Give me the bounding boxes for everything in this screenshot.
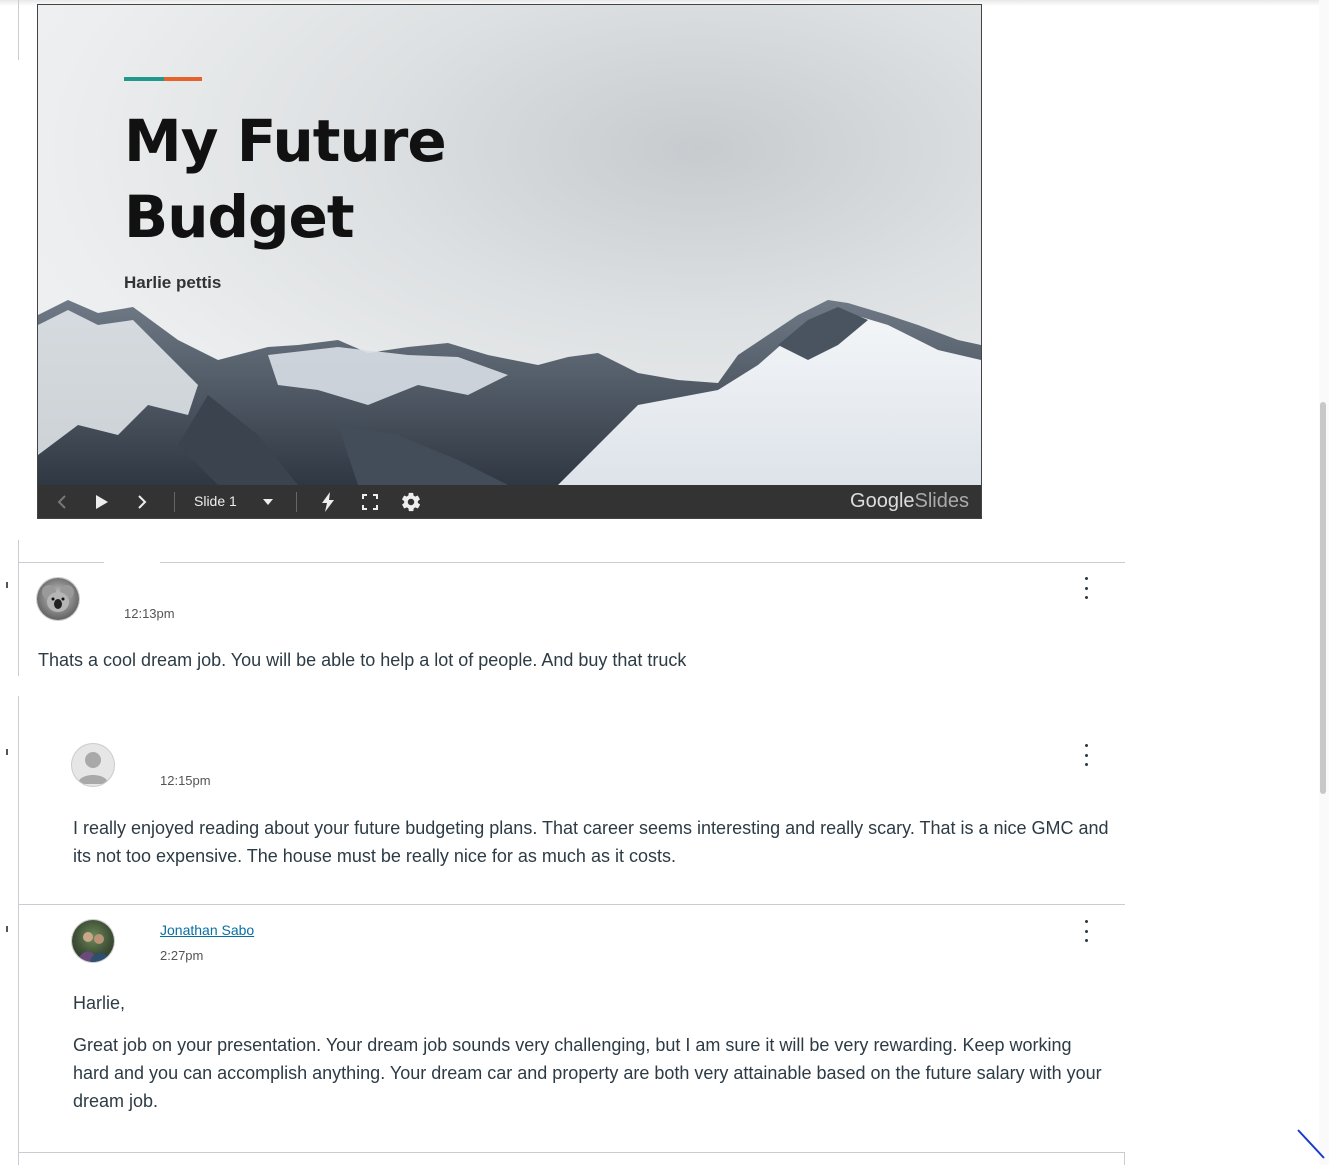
reply-2-options-button[interactable] [1078, 744, 1094, 766]
thread-marker [6, 582, 8, 588]
slide-canvas[interactable]: My Future Budget Harlie pettis [38, 5, 981, 485]
page-scrollbar-thumb[interactable] [1320, 402, 1326, 794]
reply-3-greeting: Harlie, [73, 993, 126, 1013]
title-accent-bar [124, 77, 202, 81]
settings-button[interactable] [398, 485, 424, 518]
play-button[interactable] [90, 485, 114, 518]
section-divider [160, 562, 1125, 563]
slide-dropdown-button[interactable] [258, 485, 278, 518]
reply-1-options-button[interactable] [1078, 577, 1094, 599]
fullscreen-button[interactable] [358, 485, 382, 518]
discussion-page: My Future Budget Harlie pettis Slide 1 G… [0, 0, 1329, 1165]
thread-border [18, 540, 19, 676]
thread-marker [6, 926, 8, 932]
reply-3-options-button[interactable] [1078, 920, 1094, 942]
reply-3-avatar[interactable] [72, 920, 114, 962]
reply-2-avatar[interactable] [72, 744, 114, 786]
next-slide-button[interactable] [130, 485, 154, 518]
reply-2-message: I really enjoyed reading about your futu… [73, 818, 1109, 866]
reply-1-avatar[interactable] [37, 578, 79, 620]
control-divider [296, 492, 297, 512]
chevron-right-icon [138, 494, 147, 509]
play-icon [96, 494, 108, 509]
reply-3-timestamp: 2:27pm [160, 948, 204, 963]
slide-title: My Future Budget [124, 107, 447, 251]
google-slides-embed[interactable]: My Future Budget Harlie pettis Slide 1 G… [37, 4, 982, 519]
user-photo-icon [78, 932, 110, 962]
caret-down-icon [263, 498, 273, 505]
reply-3-message: Great job on your presentation. Your dre… [73, 1035, 1102, 1111]
mountain-image [38, 300, 981, 485]
thread-border [18, 696, 19, 1165]
thread-marker [6, 749, 8, 755]
reply-1-message: Thats a cool dream job. You will be able… [38, 650, 687, 670]
koala-icon [42, 585, 74, 612]
default-person-icon [78, 752, 108, 784]
slide-selector[interactable]: Slide 1 [194, 485, 237, 518]
fullscreen-icon [362, 493, 378, 510]
previous-slide-button[interactable] [50, 485, 74, 518]
lightning-icon [322, 491, 334, 512]
google-slides-logo[interactable]: GoogleSlides [850, 485, 969, 518]
resize-handle-icon[interactable] [1296, 1128, 1326, 1160]
reply-divider [18, 904, 1125, 905]
control-divider [174, 492, 175, 512]
reply-divider [18, 1152, 1125, 1153]
reply-3-author-link[interactable]: Jonathan Sabo [160, 922, 254, 938]
thread-border [18, 0, 19, 60]
reply-1-timestamp: 12:13pm [124, 606, 175, 621]
chevron-left-icon [57, 494, 66, 509]
gear-icon [402, 492, 421, 511]
section-divider [18, 562, 104, 563]
open-in-slides-button[interactable] [316, 485, 340, 518]
slides-control-bar: Slide 1 GoogleSlides [38, 485, 981, 518]
reply-2-timestamp: 12:15pm [160, 773, 211, 788]
thread-border [1124, 1152, 1125, 1165]
